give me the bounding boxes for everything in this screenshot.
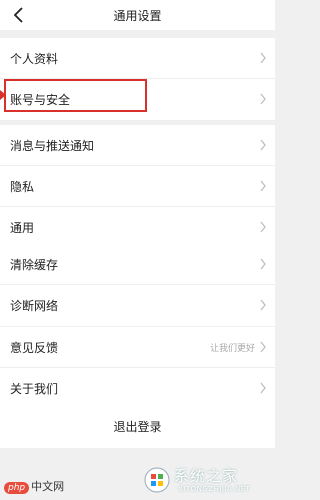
settings-item-label: 消息与推送通知 [10, 139, 95, 153]
watermark-php: php 中文网 [4, 478, 64, 494]
settings-item-label: 关于我们 [10, 382, 59, 396]
settings-group-about: 意见反馈 让我们更好 关于我们 [0, 327, 275, 409]
watermark-title: 系统之家 [174, 467, 239, 485]
chevron-right-icon [260, 139, 266, 151]
settings-item-label: 通用 [10, 221, 35, 235]
settings-item-label: 隐私 [10, 180, 35, 194]
highlight-box [4, 79, 147, 112]
chevron-right-icon [260, 382, 266, 394]
settings-item-label: 个人资料 [10, 52, 59, 66]
settings-item-label: 意见反馈 [10, 341, 59, 355]
settings-item-general[interactable]: 通用 [0, 207, 275, 248]
settings-item-label: 清除缓存 [10, 258, 59, 272]
settings-item-notifications[interactable]: 消息与推送通知 [0, 125, 275, 166]
watermark-xitongzhijia: 系统之家 XITONGZHIJIA.NET [144, 465, 269, 497]
settings-group-general: 消息与推送通知 隐私 通用 [0, 125, 275, 248]
settings-item-network-diagnosis[interactable]: 诊断网络 [0, 285, 275, 326]
watermark-url: XITONGZHIJIA.NET [178, 485, 251, 493]
settings-item-privacy[interactable]: 隐私 [0, 166, 275, 207]
pointer-arrow-icon [0, 90, 6, 100]
settings-item-label: 诊断网络 [10, 299, 59, 313]
settings-group-storage: 清除缓存 诊断网络 [0, 244, 275, 326]
settings-item-feedback[interactable]: 意见反馈 让我们更好 [0, 327, 275, 368]
php-badge: php [4, 482, 30, 494]
settings-item-subtext: 让我们更好 [209, 344, 255, 354]
watermark-php-text: 中文网 [31, 480, 65, 493]
page-title: 通用设置 [113, 9, 162, 23]
chevron-right-icon [260, 341, 266, 353]
settings-item-profile[interactable]: 个人资料 [0, 38, 275, 79]
chevron-right-icon [260, 180, 266, 192]
chevron-right-icon [260, 93, 266, 105]
chevron-right-icon [260, 52, 266, 64]
settings-item-about-us[interactable]: 关于我们 [0, 368, 275, 409]
windows-logo-icon [144, 467, 170, 493]
top-bar: 通用设置 [0, 0, 275, 30]
chevron-right-icon [260, 221, 266, 233]
chevron-right-icon [260, 299, 266, 311]
logout-button[interactable]: 退出登录 [0, 406, 275, 448]
chevron-right-icon [260, 258, 266, 270]
settings-item-clear-cache[interactable]: 清除缓存 [0, 244, 275, 285]
